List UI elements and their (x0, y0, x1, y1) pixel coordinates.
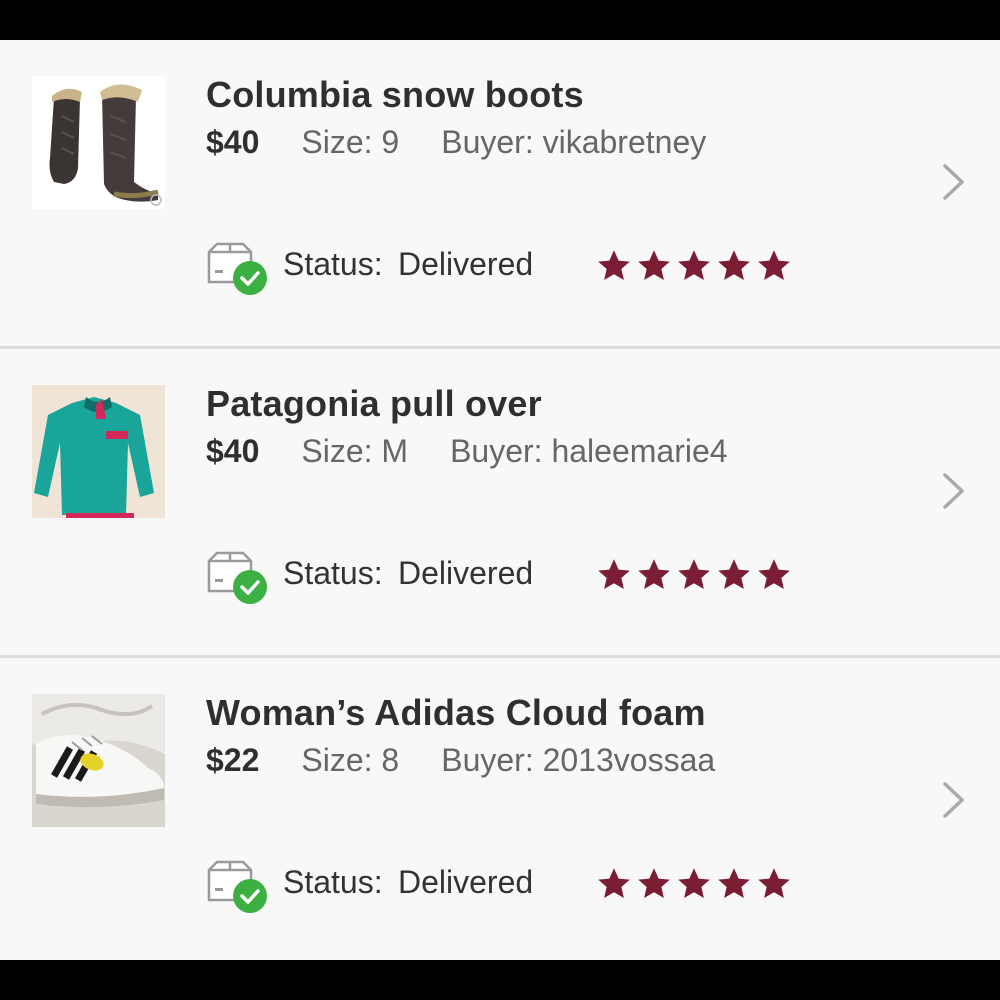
order-item[interactable]: Woman’s Adidas Cloud foam $22 Size: 8 Buye… (0, 658, 1000, 964)
status-value: Delivered (398, 864, 534, 900)
chevron-right-icon[interactable] (938, 160, 970, 204)
rating-stars (596, 557, 792, 593)
star-icon (678, 559, 710, 589)
bottom-black-bar (0, 960, 1000, 1000)
star-icon (598, 559, 630, 589)
status-value: Delivered (398, 246, 534, 282)
size: Size: 8 (301, 742, 400, 778)
product-thumbnail (32, 694, 165, 827)
boots-photo-icon (32, 76, 165, 209)
product-title: Patagonia pull over (206, 383, 542, 424)
order-meta: $40 Size: 9 Buyer: vikabretney (206, 124, 706, 161)
star-icon (638, 250, 670, 280)
order-meta: $22 Size: 8 Buyer: 2013vossaa (206, 742, 715, 779)
star-icon (598, 250, 630, 280)
chevron-right-icon[interactable] (938, 469, 970, 513)
star-icon (758, 868, 790, 898)
star-icon (718, 559, 750, 589)
package-delivered-icon (207, 860, 267, 913)
sneaker-photo-icon (32, 694, 165, 827)
price: $22 (206, 742, 260, 778)
product-title: Columbia snow boots (206, 74, 584, 115)
price: $40 (206, 124, 260, 160)
order-status: Status: Delivered (206, 240, 826, 296)
size: Size: M (301, 433, 409, 469)
package-delivered-icon (207, 551, 267, 604)
star-icon (598, 868, 630, 898)
product-title: Woman’s Adidas Cloud foam (206, 692, 706, 733)
star-icon (678, 868, 710, 898)
order-item[interactable]: Columbia snow boots $40 Size: 9 Buyer: vik… (0, 40, 1000, 346)
rating-stars (596, 248, 792, 284)
order-meta: $40 Size: M Buyer: haleemarie4 (206, 433, 728, 470)
star-icon (678, 250, 710, 280)
product-thumbnail (32, 76, 165, 209)
product-thumbnail (32, 385, 165, 518)
star-icon (758, 559, 790, 589)
chevron-right-icon[interactable] (938, 778, 970, 822)
size: Size: 9 (301, 124, 400, 160)
order-item[interactable]: Patagonia pull over $40 Size: M Buyer: hal… (0, 349, 1000, 655)
top-black-bar (0, 0, 1000, 40)
rating-stars (596, 866, 792, 902)
order-status: Status: Delivered (206, 549, 826, 605)
star-icon (638, 868, 670, 898)
buyer-username: Buyer: haleemarie4 (450, 433, 728, 469)
star-icon (758, 250, 790, 280)
sold-orders-list: Columbia snow boots $40 Size: 9 Buyer: vik… (0, 40, 1000, 964)
star-icon (638, 559, 670, 589)
order-status: Status: Delivered (206, 858, 826, 914)
status-label: Status: (283, 246, 383, 282)
status-label: Status: (283, 555, 383, 591)
buyer-username: Buyer: 2013vossaa (441, 742, 716, 778)
package-delivered-icon (207, 242, 267, 295)
buyer-username: Buyer: vikabretney (441, 124, 707, 160)
price: $40 (206, 433, 260, 469)
pullover-photo-icon (32, 385, 165, 518)
status-label: Status: (283, 864, 383, 900)
status-value: Delivered (398, 555, 534, 591)
star-icon (718, 250, 750, 280)
star-icon (718, 868, 750, 898)
